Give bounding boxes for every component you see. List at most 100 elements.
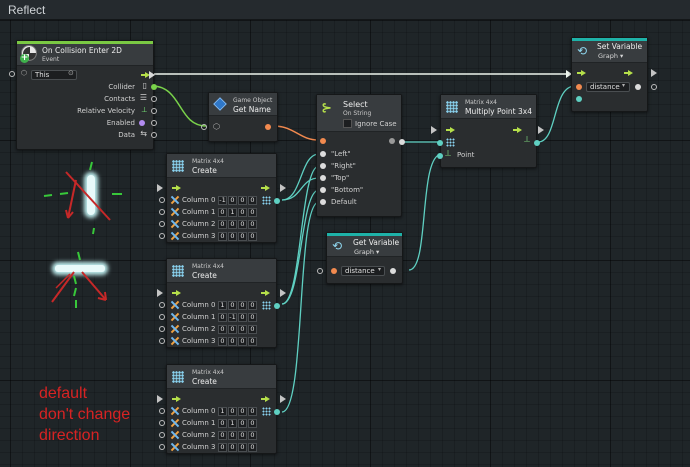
column-input-port[interactable] (159, 209, 165, 215)
option-top-port[interactable] (320, 175, 326, 181)
matrix-cell-field[interactable]: 0 (228, 301, 237, 310)
matrix-cell-field[interactable]: 0 (228, 407, 237, 416)
matrix-cell-field[interactable]: 0 (218, 313, 227, 322)
matrix-cell-field[interactable]: 0 (238, 407, 247, 416)
matrix-cell-field[interactable]: 0 (248, 419, 257, 428)
matrix-cell-field[interactable]: 0 (218, 419, 227, 428)
matrix-cell-field[interactable]: 0 (238, 431, 247, 440)
matrix-cell-field[interactable]: 0 (218, 220, 227, 229)
option-default-port[interactable] (320, 199, 326, 205)
matrix-cell-field[interactable]: 0 (238, 337, 247, 346)
matrix-cell-field[interactable]: -1 (228, 313, 237, 322)
multiply-flow-in-port[interactable] (431, 126, 437, 134)
matrix-cell-field[interactable]: 0 (228, 325, 237, 334)
matrix-cell-field[interactable]: 0 (238, 325, 247, 334)
matrix-flow-in-port[interactable] (157, 289, 163, 297)
select-result-output-port[interactable] (389, 138, 395, 144)
matrix-cell-field[interactable]: 0 (238, 313, 247, 322)
game-object-input-port[interactable] (201, 124, 207, 130)
matrix-cell-field[interactable]: 0 (228, 220, 237, 229)
matrix-cell-field[interactable]: 0 (238, 208, 247, 217)
matrix-cell-field[interactable]: 0 (238, 443, 247, 452)
get-name-node[interactable]: Game Object Get Name ⬡ (201, 92, 278, 142)
set-variable-flow-out-port[interactable] (651, 69, 657, 77)
contacts-output-port[interactable] (151, 96, 157, 102)
point-input-port[interactable] (437, 153, 443, 159)
multiply-flow-out-port[interactable] (538, 126, 544, 134)
enabled-output-port[interactable] (151, 120, 157, 126)
matrix-cell-field[interactable]: 0 (248, 325, 257, 334)
get-variable-name-port[interactable] (331, 268, 337, 274)
matrix-cell-field[interactable]: 0 (218, 431, 227, 440)
matrix-cell-field[interactable]: 0 (238, 220, 247, 229)
matrix-cell-field[interactable]: 0 (248, 313, 257, 322)
matrix-cell-field[interactable]: 0 (248, 407, 257, 416)
set-variable-name-port[interactable] (576, 84, 582, 90)
matrix-cell-field[interactable]: 0 (218, 443, 227, 452)
get-variable-node[interactable]: ⟲ Get Variable Graph ▾ distance ▾ (317, 232, 403, 284)
matrix-cell-field[interactable]: 0 (238, 232, 247, 241)
get-variable-output-port[interactable] (390, 268, 396, 274)
column-input-port[interactable] (159, 408, 165, 414)
data-output-port[interactable] (151, 132, 157, 138)
column-input-port[interactable] (159, 221, 165, 227)
matrix-flow-out-port[interactable] (280, 289, 286, 297)
velocity-output-port[interactable] (151, 108, 157, 114)
matrix-create-node[interactable]: Matrix 4x4 Create Column 0 -1 0 0 0 Column 1010… (157, 153, 286, 243)
matrix-cell-field[interactable]: 1 (218, 407, 227, 416)
set-variable-value-out-port[interactable] (651, 84, 657, 90)
chevron-down-icon[interactable]: ▾ (622, 82, 625, 89)
column-input-port[interactable] (159, 233, 165, 239)
set-variable-node[interactable]: ⟲ Set Variable Graph ▾ distance ▾ (571, 37, 657, 112)
column-input-port[interactable] (159, 432, 165, 438)
chevron-down-icon[interactable]: ▾ (378, 266, 381, 273)
get-variable-in-port[interactable] (317, 268, 323, 274)
option-bottom-port[interactable] (320, 187, 326, 193)
matrix-cell-field[interactable]: 0 (228, 443, 237, 452)
matrix-cell-field[interactable]: 1 (228, 208, 237, 217)
set-variable-scope-dropdown[interactable]: Graph ▾ (598, 52, 623, 60)
column-input-port[interactable] (159, 326, 165, 332)
matrix-cell-field[interactable]: 0 (218, 337, 227, 346)
matrix-cell-field[interactable]: 0 (248, 431, 257, 440)
matrix-input-port[interactable] (437, 140, 443, 146)
column-input-port[interactable] (159, 420, 165, 426)
matrix-cell-field[interactable]: 0 (218, 232, 227, 241)
matrix-cell-field[interactable]: 0 (248, 443, 257, 452)
matrix-cell-field[interactable]: 0 (228, 431, 237, 440)
matrix-output-port[interactable] (274, 303, 280, 309)
matrix-cell-field[interactable]: 0 (238, 419, 247, 428)
column-input-port[interactable] (159, 302, 165, 308)
set-variable-value-port[interactable] (576, 96, 582, 102)
matrix-cell-field[interactable]: 0 (228, 232, 237, 241)
matrix-cell-field[interactable]: 0 (248, 337, 257, 346)
matrix-cell-field[interactable]: 0 (248, 301, 257, 310)
column-input-port[interactable] (159, 314, 165, 320)
option-left-port[interactable] (320, 151, 326, 157)
matrix-output-port[interactable] (274, 409, 280, 415)
multiply-point-node[interactable]: Matrix 4x4 Multiply Point 3x4 ⟂ ⟂ Point (431, 94, 544, 168)
matrix-cell-field[interactable]: 0 (238, 196, 247, 205)
matrix-cell-field[interactable]: 1 (228, 419, 237, 428)
matrix-cell-field[interactable]: 0 (248, 208, 257, 217)
matrix-cell-field[interactable]: 0 (238, 301, 247, 310)
matrix-cell-field[interactable]: 0 (248, 220, 257, 229)
select-string-input-port[interactable] (320, 138, 326, 144)
matrix-create-node[interactable]: Matrix 4x4 Create Column 0 1 0 0 0 Column 1 0 -1 0… (157, 258, 286, 348)
name-output-port[interactable] (265, 124, 271, 130)
target-picker-icon[interactable]: ⊙ (68, 69, 74, 77)
matrix-cell-field[interactable]: 0 (218, 208, 227, 217)
matrix-flow-in-port[interactable] (157, 184, 163, 192)
column-input-port[interactable] (159, 338, 165, 344)
matrix-cell-field[interactable]: -1 (218, 196, 227, 205)
get-variable-scope-dropdown[interactable]: Graph ▾ (354, 248, 379, 256)
ignore-case-checkbox[interactable] (343, 119, 352, 128)
matrix-cell-field[interactable]: 0 (218, 325, 227, 334)
column-input-port[interactable] (159, 444, 165, 450)
multiply-result-port[interactable] (534, 140, 540, 146)
flow-output-port[interactable] (149, 71, 155, 79)
matrix-cell-field[interactable]: 0 (248, 196, 257, 205)
matrix-output-port[interactable] (274, 198, 280, 204)
select-output-dot[interactable] (399, 139, 405, 145)
on-collision-enter-node[interactable]: + On Collision Enter 2D Event ⬡ This ⊙ C… (9, 40, 157, 150)
